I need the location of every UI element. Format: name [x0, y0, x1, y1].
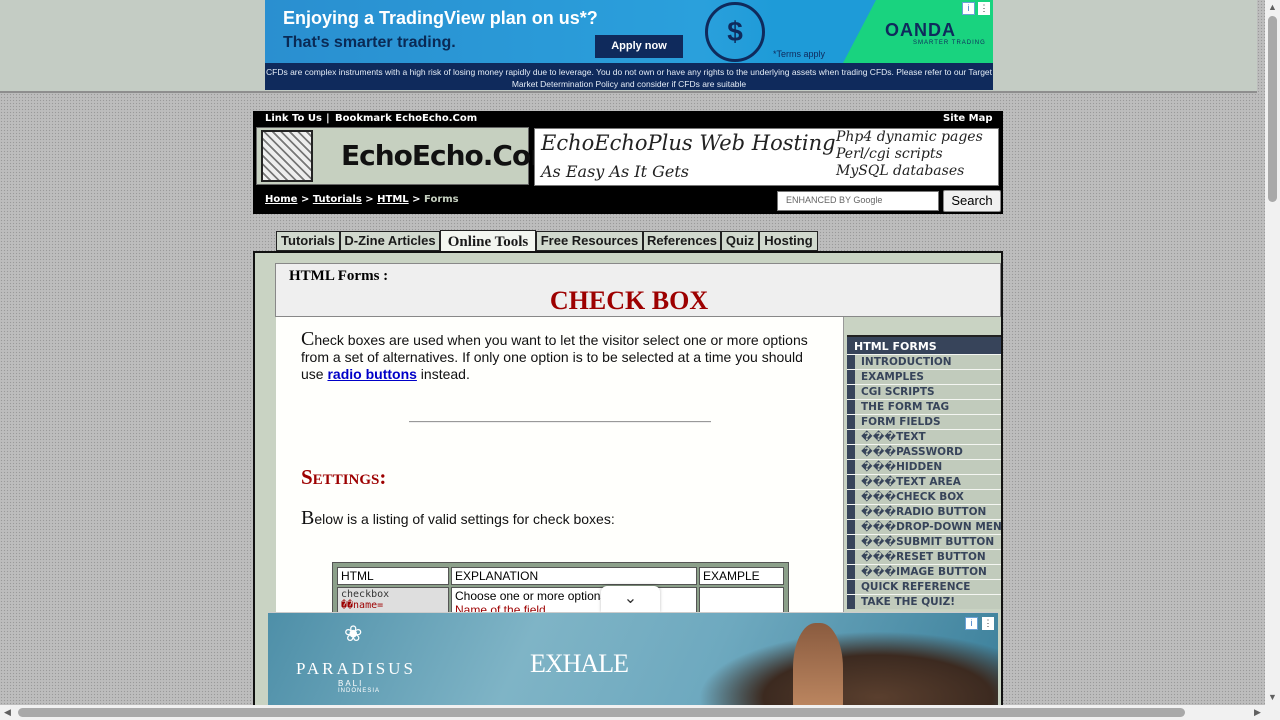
scroll-down-arrow-icon[interactable]: ▼: [1265, 690, 1280, 705]
banner-tagline: As Easy As It Gets: [541, 162, 689, 181]
banner-feature: MySQL databases: [836, 163, 965, 179]
sidebar: HTML FORMS INTRODUCTION EXAMPLES CGI SCR…: [847, 335, 1001, 609]
tab-free-resources[interactable]: Free Resources: [536, 231, 643, 251]
table-header: EXPLANATION: [451, 567, 697, 585]
page-title-box: HTML Forms : CHECK BOX: [275, 263, 1001, 317]
sidebar-item-password[interactable]: ���PASSWORD: [847, 444, 1001, 459]
logo-tiles-icon: [261, 130, 313, 182]
scroll-up-arrow-icon[interactable]: ▲: [1265, 0, 1280, 15]
sidebar-item-hidden[interactable]: ���HIDDEN: [847, 459, 1001, 474]
ad-brand-location: BALI: [338, 679, 364, 688]
tab-references[interactable]: References: [643, 231, 721, 251]
ad-menu-icon[interactable]: ⋮: [982, 617, 994, 630]
tab-dzine-articles[interactable]: D-Zine Articles: [340, 231, 440, 251]
sidebar-item-take-quiz[interactable]: TAKE THE QUIZ!: [847, 594, 1001, 609]
sidebar-item-image-button[interactable]: ���IMAGE BUTTON: [847, 564, 1001, 579]
intro-end: instead.: [420, 366, 470, 382]
setting-code: ��name=: [341, 600, 384, 611]
scroll-right-arrow-icon[interactable]: ▶: [1250, 705, 1265, 720]
intro-paragraph: Check boxes are used when you want to le…: [301, 328, 821, 383]
divider: [409, 421, 711, 423]
setting-code: checkbox: [341, 589, 390, 600]
intro-dropcap: C: [301, 328, 315, 350]
breadcrumb-html[interactable]: HTML: [377, 194, 409, 205]
banner-feature: Perl/cgi scripts: [836, 146, 943, 162]
sidebar-item-check-box[interactable]: ���CHECK BOX: [847, 489, 1001, 504]
sidebar-item-drop-down-menu[interactable]: ���DROP-DOWN MENU: [847, 519, 1001, 534]
breadcrumb-sep: >: [365, 194, 374, 205]
sidebar-item-text[interactable]: ���TEXT: [847, 429, 1001, 444]
dollar-coin-icon: $: [705, 2, 765, 62]
sidebar-item-cgi-scripts[interactable]: CGI SCRIPTS: [847, 384, 1001, 399]
sidebar-item-introduction[interactable]: INTRODUCTION: [847, 354, 1001, 369]
site-map-link[interactable]: Site Map: [943, 113, 993, 124]
banner-feature: Php4 dynamic pages: [836, 129, 983, 145]
site-logo[interactable]: EchoEcho.Com: [256, 127, 559, 185]
ad-terms: *Terms apply: [773, 49, 826, 59]
chevron-down-icon[interactable]: ⌄: [601, 586, 660, 613]
ad-apply-button[interactable]: Apply now: [595, 35, 683, 58]
breadcrumb-tutorials[interactable]: Tutorials: [313, 194, 362, 205]
page-title: CHECK BOX: [549, 286, 709, 315]
settings-intro: Below is a listing of valid settings for…: [301, 507, 821, 529]
vertical-scroll-thumb[interactable]: [1268, 16, 1277, 202]
banner-features: Php4 dynamic pages Perl/cgi scripts MySQ…: [836, 129, 983, 180]
settings-heading: Settings:: [301, 465, 387, 489]
adchoices-icon[interactable]: i: [962, 2, 975, 15]
link-to-us-link[interactable]: Link To Us: [265, 113, 322, 124]
sidebar-item-reset-button[interactable]: ���RESET BUTTON: [847, 549, 1001, 564]
search-button[interactable]: Search: [943, 190, 1001, 212]
sidebar-item-quick-reference[interactable]: QUICK REFERENCE: [847, 579, 1001, 594]
ad-disclaimer: CFDs are complex instruments with a high…: [265, 63, 993, 90]
table-header: EXAMPLE: [699, 567, 784, 585]
sidebar-item-examples[interactable]: EXAMPLES: [847, 369, 1001, 384]
search-input[interactable]: ENHANCED BY Google: [777, 191, 939, 211]
section-title: HTML Forms :: [289, 268, 389, 284]
scroll-left-arrow-icon[interactable]: ◀: [0, 705, 15, 720]
breadcrumb-current: Forms: [424, 194, 459, 205]
radio-buttons-link[interactable]: radio buttons: [327, 366, 416, 382]
top-advertisement[interactable]: Enjoying a TradingView plan on us*? That…: [265, 0, 993, 90]
site-header: Link To Us | Bookmark EchoEcho.Com Site …: [253, 111, 1003, 214]
ad-menu-icon[interactable]: ⋮: [978, 2, 990, 15]
sidebar-item-form-tag[interactable]: THE FORM TAG: [847, 399, 1001, 414]
tab-hosting[interactable]: Hosting: [759, 231, 818, 251]
sidebar-item-submit-button[interactable]: ���SUBMIT BUTTON: [847, 534, 1001, 549]
bottom-advertisement[interactable]: ❀ PARADISUS BALI INDONESIA EXHALE i ⋮: [268, 612, 998, 720]
ad-subheadline: That's smarter trading.: [283, 34, 456, 51]
ad-brand-tagline: SMARTER TRADING: [913, 40, 986, 46]
breadcrumb-sep: >: [412, 194, 421, 205]
table-header-row: HTML EXPLANATION EXAMPLE: [337, 567, 784, 585]
ad-headline: EXHALE: [530, 649, 629, 678]
hosting-banner[interactable]: EchoEchoPlus Web Hosting As Easy As It G…: [534, 128, 999, 186]
ad-headline: Enjoying a TradingView plan on us*?: [283, 8, 598, 28]
breadcrumb-home[interactable]: Home: [265, 194, 297, 205]
adchoices-icon[interactable]: i: [965, 617, 978, 630]
ad-brand-logo: OANDA: [885, 20, 956, 40]
flower-logo-icon: ❀: [344, 621, 363, 646]
table-header: HTML: [337, 567, 449, 585]
settings-dropcap: B: [301, 507, 315, 529]
sidebar-item-radio-button[interactable]: ���RADIO BUTTON: [847, 504, 1001, 519]
sidebar-item-form-fields[interactable]: FORM FIELDS: [847, 414, 1001, 429]
tab-tutorials[interactable]: Tutorials: [276, 231, 340, 251]
tab-quiz[interactable]: Quiz: [721, 231, 759, 251]
breadcrumb-sep: >: [300, 194, 310, 205]
logo-text: EchoEcho.Com: [341, 139, 559, 172]
ad-brand-country: INDONESIA: [338, 688, 381, 694]
breadcrumb: Home > Tutorials > HTML > Forms: [265, 194, 459, 205]
sidebar-heading: HTML FORMS: [847, 335, 1001, 354]
horizontal-scroll-thumb[interactable]: [18, 708, 1185, 717]
header-separator: |: [326, 113, 330, 124]
bookmark-link[interactable]: Bookmark EchoEcho.Com: [335, 113, 477, 124]
tab-online-tools[interactable]: Online Tools: [440, 230, 536, 253]
settings-intro-text: elow is a listing of valid settings for …: [314, 511, 615, 527]
ad-brand-name: PARADISUS: [296, 659, 416, 678]
sidebar-item-text-area[interactable]: ���TEXT AREA: [847, 474, 1001, 489]
banner-title: EchoEchoPlus Web Hosting: [541, 131, 836, 155]
